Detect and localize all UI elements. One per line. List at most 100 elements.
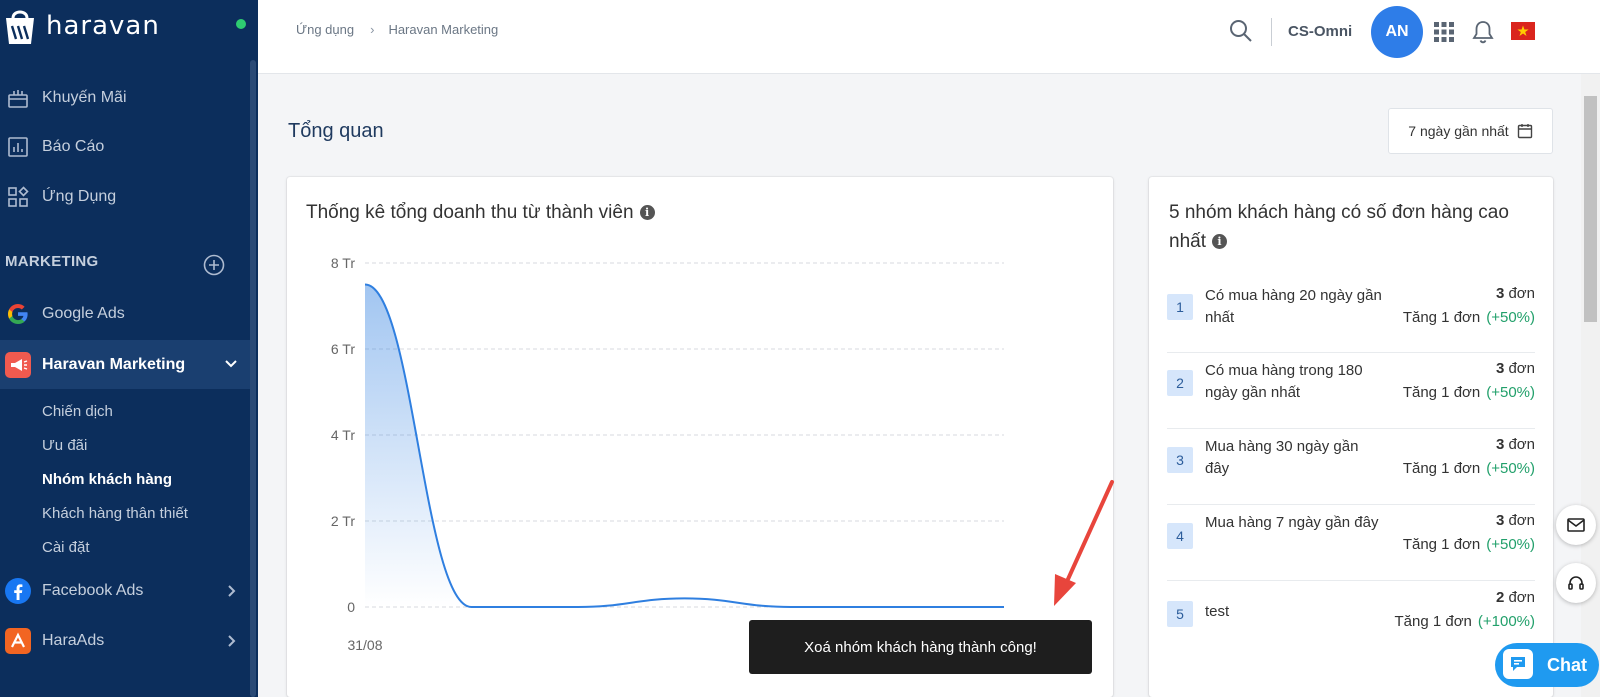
chart-data-point[interactable]	[682, 595, 688, 601]
group-row[interactable]: 3 Mua hàng 30 ngày gần đây 3 đơn Tăng 1 …	[1167, 429, 1535, 505]
haravan-logo[interactable]: haravan	[0, 6, 160, 46]
group-increase: Tăng 1 đơn (+50%)	[1403, 309, 1535, 326]
apps-icon	[5, 184, 31, 210]
group-row[interactable]: 4 Mua hàng 7 ngày gần đây 3 đơn Tăng 1 đ…	[1167, 505, 1535, 581]
chart-series-line	[364, 283, 1004, 608]
vietnam-flag-icon[interactable]	[1511, 22, 1535, 40]
rank-badge: 3	[1167, 447, 1193, 473]
sidebar-item-khuyen-mai[interactable]: Khuyến Mãi	[0, 75, 252, 121]
chat-button[interactable]: Chat	[1495, 643, 1599, 687]
page-scrollbar-thumb[interactable]	[1584, 96, 1597, 322]
groups-card-title-line2: nhất	[1169, 231, 1206, 252]
chevron-right-icon	[228, 585, 236, 597]
y-tick-label: 2 Tr	[331, 513, 355, 529]
group-row[interactable]: 2 Có mua hàng trong 180 ngày gần nhất 3 …	[1167, 353, 1535, 429]
groups-card-title: 5 nhóm khách hàng có số đơn hàng cao nhấ…	[1169, 198, 1539, 256]
chevron-down-icon	[225, 360, 237, 368]
chart-data-point[interactable]	[788, 604, 794, 610]
add-circle-icon[interactable]	[203, 254, 225, 276]
date-range-button[interactable]: 7 ngày gần nhất	[1388, 108, 1553, 154]
group-increase: Tăng 1 đơn (+100%)	[1394, 613, 1535, 630]
sidebar-item-label: HaraAds	[42, 632, 105, 649]
chart-data-point[interactable]	[1001, 604, 1007, 610]
mail-icon	[1567, 518, 1585, 532]
report-icon	[5, 134, 31, 160]
group-orders-unit: đơn	[1504, 436, 1535, 453]
chevron-right-icon	[228, 635, 236, 647]
bell-icon[interactable]	[1471, 19, 1495, 45]
group-increase: Tăng 1 đơn (+50%)	[1403, 536, 1535, 553]
group-increase-text: Tăng 1 đơn	[1402, 309, 1481, 326]
group-orders: 3 đơn	[1496, 285, 1535, 302]
rank-badge: 1	[1167, 294, 1193, 320]
sidebar-item-bao-cao[interactable]: Báo Cáo	[0, 124, 252, 170]
group-increase-percent: (+50%)	[1486, 536, 1535, 553]
chart-data-point[interactable]	[469, 604, 475, 610]
group-increase-text: Tăng 1 đơn	[1402, 460, 1481, 477]
revenue-chart: 02 Tr4 Tr6 Tr8 Tr31/0806/09	[331, 255, 1022, 653]
group-increase-percent: (+100%)	[1477, 613, 1535, 630]
haravan-marketing-icon	[5, 351, 31, 378]
group-name[interactable]: Có mua hàng trong 180 ngày gần nhất	[1205, 360, 1385, 404]
sidebar-item-ung-dung[interactable]: Ứng Dụng	[0, 174, 252, 220]
info-icon[interactable]: i	[1211, 234, 1227, 250]
chart-data-point[interactable]	[895, 604, 901, 610]
group-orders: 3 đơn	[1496, 360, 1535, 377]
group-name[interactable]: Mua hàng 30 ngày gần đây	[1205, 436, 1385, 480]
group-row[interactable]: 5 test 2 đơn Tăng 1 đơn (+100%)	[1167, 581, 1535, 657]
sub-item-cai-dat[interactable]: Cài đặt	[42, 539, 90, 556]
sidebar-item-google-ads[interactable]: Google Ads	[0, 291, 252, 337]
store-name[interactable]: CS-Omni	[1288, 23, 1352, 40]
group-name[interactable]: Mua hàng 7 ngày gần đây	[1205, 512, 1385, 534]
app-grid-icon[interactable]	[1433, 21, 1455, 43]
sidebar-scrollbar[interactable]	[250, 60, 256, 697]
x-tick-label: 31/08	[347, 637, 382, 653]
group-orders-unit: đơn	[1504, 285, 1535, 302]
top-groups-card: 5 nhóm khách hàng có số đơn hàng cao nhấ…	[1149, 177, 1553, 697]
chat-icon	[1503, 649, 1533, 679]
group-increase-text: Tăng 1 đơn	[1402, 536, 1481, 553]
y-tick-label: 0	[347, 599, 355, 615]
y-tick-label: 6 Tr	[331, 341, 355, 357]
sub-item-uu-dai[interactable]: Ưu đãi	[42, 437, 87, 454]
toast-notification: Xoá nhóm khách hàng thành công!	[749, 620, 1092, 674]
group-name[interactable]: test	[1205, 601, 1385, 623]
group-increase-percent: (+50%)	[1486, 384, 1535, 401]
sidebar-item-haraads[interactable]: HaraAds	[0, 618, 252, 664]
calendar-icon	[1517, 124, 1532, 139]
chart-data-point[interactable]	[575, 604, 581, 610]
group-name[interactable]: Có mua hàng 20 ngày gần nhất	[1205, 285, 1385, 329]
sidebar-item-haravan-marketing[interactable]: Haravan Marketing	[0, 340, 252, 389]
sidebar-item-label: Facebook Ads	[42, 582, 144, 599]
breadcrumb-item-ung-dung[interactable]: Ứng dụng	[296, 22, 354, 37]
chart-area	[365, 284, 1004, 607]
avatar[interactable]: AN	[1371, 6, 1423, 58]
group-increase: Tăng 1 đơn (+50%)	[1403, 460, 1535, 477]
sidebar-item-label: Haravan Marketing	[42, 355, 186, 373]
chat-label: Chat	[1547, 654, 1587, 675]
top-header: Ứng dụng › Haravan Marketing CS-Omni AN	[258, 0, 1600, 74]
sidebar-item-label: Ứng Dụng	[42, 188, 117, 205]
group-increase-text: Tăng 1 đơn	[1394, 613, 1472, 630]
group-increase-text: Tăng 1 đơn	[1402, 384, 1481, 401]
group-row[interactable]: 1 Có mua hàng 20 ngày gần nhất 3 đơn Tăn…	[1167, 277, 1535, 353]
sub-item-chien-dich[interactable]: Chiến dịch	[42, 403, 113, 420]
search-icon[interactable]	[1228, 18, 1254, 44]
sidebar-item-facebook-ads[interactable]: Facebook Ads	[0, 568, 252, 614]
revenue-chart-card: Thống kê tổng doanh thu từ thành viên i 0…	[287, 177, 1113, 697]
haraads-icon	[5, 628, 31, 654]
breadcrumb-separator: ›	[370, 22, 375, 37]
sub-item-khach-hang-than-thiet[interactable]: Khách hàng thân thiết	[42, 505, 188, 522]
groups-card-title-line1: 5 nhóm khách hàng có số đơn hàng cao	[1169, 202, 1509, 223]
support-button[interactable]	[1556, 563, 1596, 603]
annotation-arrow-icon	[1054, 480, 1114, 606]
rank-badge: 5	[1167, 601, 1193, 627]
chart-data-point[interactable]	[362, 282, 368, 288]
google-icon	[5, 301, 31, 327]
sidebar-item-label: Báo Cáo	[42, 138, 105, 155]
sidebar-item-label: Google Ads	[42, 305, 125, 322]
y-tick-label: 8 Tr	[331, 255, 355, 271]
email-button[interactable]	[1556, 505, 1596, 545]
online-status-dot	[236, 19, 246, 29]
sub-item-nhom-khach-hang[interactable]: Nhóm khách hàng	[42, 471, 172, 488]
